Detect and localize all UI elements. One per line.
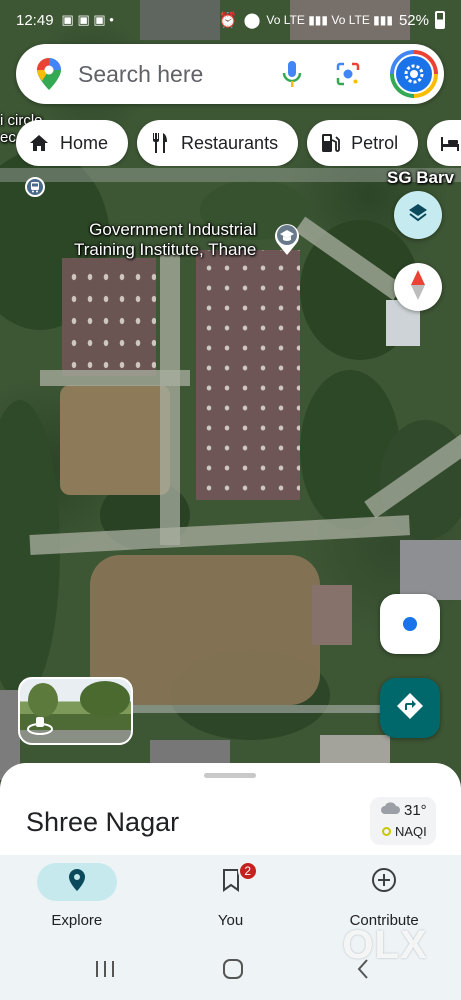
road — [29, 515, 411, 555]
location-status-icon: ⬤ — [243, 12, 261, 29]
building-roof — [196, 250, 300, 500]
location-dot-icon — [403, 617, 417, 631]
satellite-map[interactable]: i circle ec SG Barv Government Industria… — [0, 0, 461, 780]
aqi-label: NAQI — [395, 824, 427, 839]
building-roof — [312, 585, 352, 645]
nav-explore[interactable]: Explore — [0, 855, 154, 940]
notification-badge: 2 — [237, 861, 258, 881]
chip-more[interactable] — [427, 120, 461, 166]
search-bar[interactable]: Search here — [16, 44, 444, 104]
road — [160, 255, 180, 545]
chip-label: Petrol — [351, 132, 399, 153]
category-chips: Home Restaurants Petrol — [16, 120, 461, 166]
chip-restaurants[interactable]: Restaurants — [137, 120, 299, 166]
nav-label: Explore — [51, 912, 103, 929]
maps-logo-icon — [36, 57, 62, 91]
settings-gear-icon — [394, 54, 434, 94]
microphone-icon[interactable] — [278, 60, 306, 88]
nav-contribute-pill — [344, 863, 424, 901]
building-roof — [62, 258, 156, 376]
status-time: 12:49 — [16, 11, 54, 29]
alarm-icon: ⏰ — [218, 12, 238, 29]
directions-button[interactable] — [380, 678, 440, 738]
plus-circle-icon — [371, 867, 397, 898]
fork-knife-icon — [149, 132, 171, 154]
chip-label: Restaurants — [181, 132, 279, 153]
chip-home[interactable]: Home — [16, 120, 129, 166]
chip-petrol[interactable]: Petrol — [307, 120, 419, 166]
layers-icon — [406, 201, 430, 230]
place-name: Shree Nagar — [26, 807, 180, 837]
poi-label[interactable]: Government Industrial Training Institute… — [74, 220, 256, 260]
explore-pin-icon — [68, 868, 86, 897]
recent-apps-button[interactable] — [90, 956, 120, 982]
home-button[interactable] — [218, 956, 248, 982]
directions-icon — [395, 691, 425, 726]
search-input[interactable]: Search here — [78, 61, 278, 88]
notification-icons: ▣ ▣ ▣ • — [61, 12, 114, 27]
tree-left — [28, 683, 58, 717]
street-view-thumbnail[interactable] — [18, 677, 133, 745]
my-location-button[interactable] — [380, 594, 440, 654]
battery-percent: 52% — [398, 11, 429, 29]
layers-button[interactable] — [394, 191, 442, 239]
bus-stop-icon[interactable] — [25, 177, 45, 197]
sheet-drag-handle[interactable] — [204, 773, 256, 778]
road-label: SG Barv — [387, 168, 455, 187]
profile-avatar[interactable] — [390, 50, 438, 98]
road — [40, 370, 190, 386]
nav-you[interactable]: 2 You — [154, 855, 308, 940]
chip-label: Home — [60, 132, 109, 153]
aqi-indicator-icon — [382, 827, 391, 836]
tree-right — [80, 681, 130, 717]
compass-icon — [408, 269, 428, 306]
school-poi-icon[interactable] — [272, 222, 302, 256]
bottom-sheet[interactable]: Shree Nagar 31° NAQI — [0, 763, 461, 863]
hotel-icon — [439, 132, 461, 154]
road — [130, 705, 380, 713]
weather-chip[interactable]: 31° NAQI — [370, 797, 436, 845]
compass-button[interactable] — [394, 263, 442, 311]
temperature: 31° — [404, 801, 427, 819]
street-view-360-icon — [26, 715, 54, 737]
nav-label: You — [217, 912, 244, 929]
home-icon — [28, 132, 50, 154]
status-bar: 12:49 ▣ ▣ ▣ • ⏰ ⬤ Vo LTE ▮▮▮ Vo LTE ▮▮▮ … — [0, 0, 461, 40]
cloud-icon — [380, 801, 400, 819]
open-ground — [60, 385, 170, 495]
fuel-icon — [319, 132, 341, 154]
battery-icon — [435, 11, 445, 29]
nav-you-pill — [191, 863, 271, 901]
olx-watermark: OLX — [342, 922, 428, 967]
google-lens-icon[interactable] — [334, 60, 362, 88]
building-roof — [400, 540, 461, 600]
nav-explore-pill — [36, 863, 117, 901]
signal-icon: Vo LTE ▮▮▮ Vo LTE ▮▮▮ — [266, 13, 393, 27]
